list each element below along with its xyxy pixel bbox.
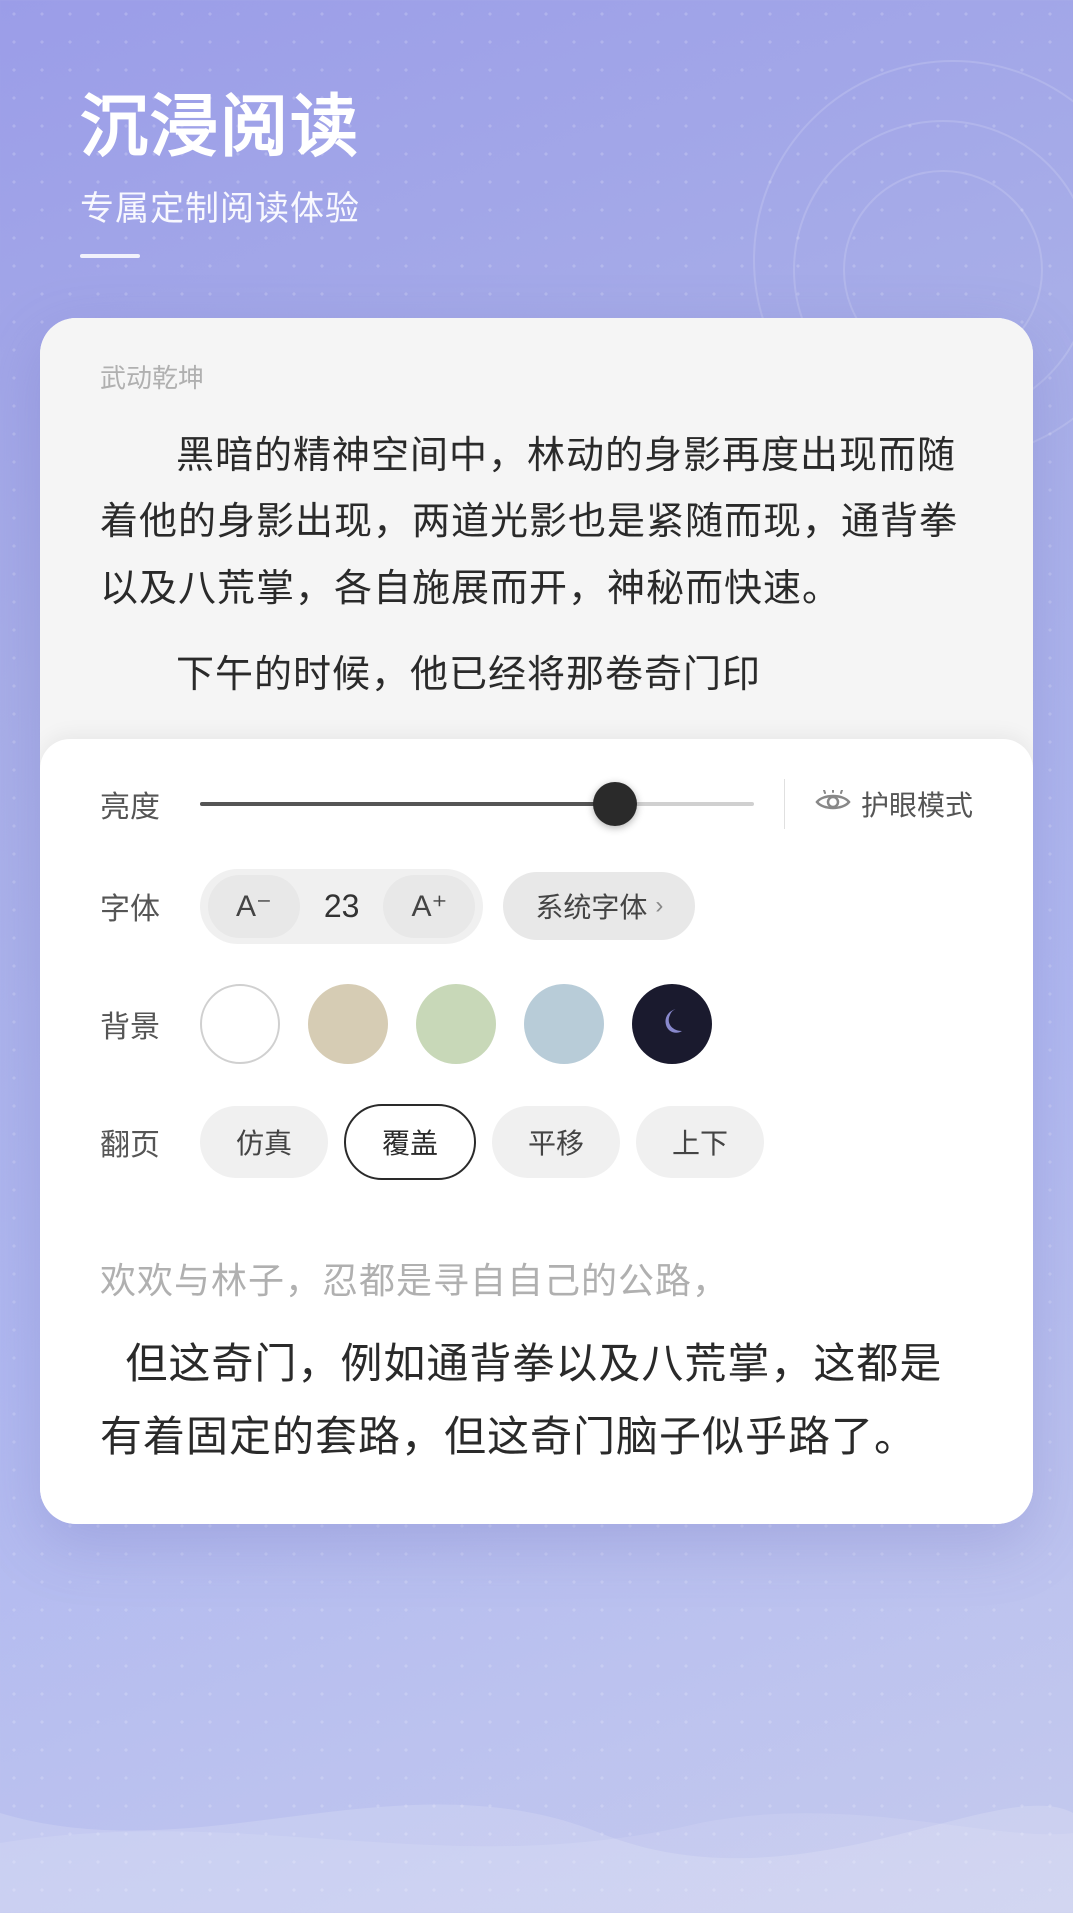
font-row: 字体 A⁻ 23 A⁺ 系统字体 › (100, 869, 973, 944)
pageturn-cover-button[interactable]: 覆盖 (344, 1104, 476, 1180)
font-label: 字体 (100, 884, 180, 928)
page-title: 沉浸阅读 (80, 90, 993, 165)
bottom-text-main: 但这奇门，例如通背拳以及八荒掌，这都是有着固定的套路，但这奇门脑子似乎路了。 (100, 1327, 973, 1474)
bg-option-blue[interactable] (524, 984, 604, 1064)
font-controls: A⁻ 23 A⁺ (200, 869, 483, 944)
font-decrease-button[interactable]: A⁻ (208, 875, 300, 938)
bg-option-dark[interactable] (632, 984, 712, 1064)
page-subtitle: 专属定制阅读体验 (80, 181, 993, 230)
eye-mode-label: 护眼模式 (861, 784, 973, 824)
settings-panel: 亮度 (40, 739, 1033, 1220)
pageturn-updown-button[interactable]: 上下 (636, 1106, 764, 1178)
pageturn-pingyi-button[interactable]: 平移 (492, 1106, 620, 1178)
bottom-text-blurred: 欢欢与林子，忍都是寻自自己的公路， (100, 1250, 973, 1311)
pageturn-row: 翻页 仿真 覆盖 平移 上下 (100, 1104, 973, 1180)
reading-area-top: 武动乾坤 黑暗的精神空间中，林动的身影再度出现而随着他的身影出现，两道光影也是紧… (40, 318, 1033, 739)
reading-text-paragraph2: 下午的时候，他已经将那卷奇门印 (100, 642, 973, 709)
font-size-display: 23 (300, 888, 384, 925)
reading-area-bottom: 欢欢与林子，忍都是寻自自己的公路， 但这奇门，例如通背拳以及八荒掌，这都是有着固… (40, 1220, 1033, 1524)
background-options (200, 984, 712, 1064)
brightness-label: 亮度 (100, 782, 180, 826)
wave-decoration (0, 1713, 1073, 1913)
brightness-slider-fill (200, 802, 615, 806)
brightness-divider (784, 779, 785, 829)
header: 沉浸阅读 专属定制阅读体验 (0, 0, 1073, 258)
bg-option-white[interactable] (200, 984, 280, 1064)
font-type-label: 系统字体 (535, 886, 647, 926)
brightness-slider-wrap (200, 802, 754, 806)
indent-space (100, 423, 176, 490)
pageturn-options: 仿真 覆盖 平移 上下 (200, 1104, 764, 1180)
background-row: 背景 (100, 984, 973, 1064)
pageturn-label: 翻页 (100, 1120, 180, 1164)
chevron-right-icon: › (655, 892, 663, 920)
pageturn-fanzhen-button[interactable]: 仿真 (200, 1106, 328, 1178)
moon-icon (654, 1001, 690, 1046)
main-card: 武动乾坤 黑暗的精神空间中，林动的身影再度出现而随着他的身影出现，两道光影也是紧… (40, 318, 1033, 1524)
bg-option-cream[interactable] (308, 984, 388, 1064)
background-label: 背景 (100, 1002, 180, 1046)
indent-space3 (100, 1340, 125, 1387)
header-decorative-line (80, 254, 140, 258)
brightness-row: 亮度 (100, 779, 973, 829)
indent-space2 (100, 642, 176, 709)
eye-icon (815, 785, 851, 822)
book-title: 武动乾坤 (100, 358, 973, 395)
bg-option-green[interactable] (416, 984, 496, 1064)
reading-text-paragraph1: 黑暗的精神空间中，林动的身影再度出现而随着他的身影出现，两道光影也是紧随而现，通… (100, 423, 973, 623)
brightness-slider-track[interactable] (200, 802, 754, 806)
font-type-button[interactable]: 系统字体 › (503, 872, 695, 940)
brightness-slider-thumb[interactable] (593, 782, 637, 826)
font-increase-button[interactable]: A⁺ (383, 875, 475, 938)
eye-mode-button[interactable]: 护眼模式 (815, 784, 973, 824)
